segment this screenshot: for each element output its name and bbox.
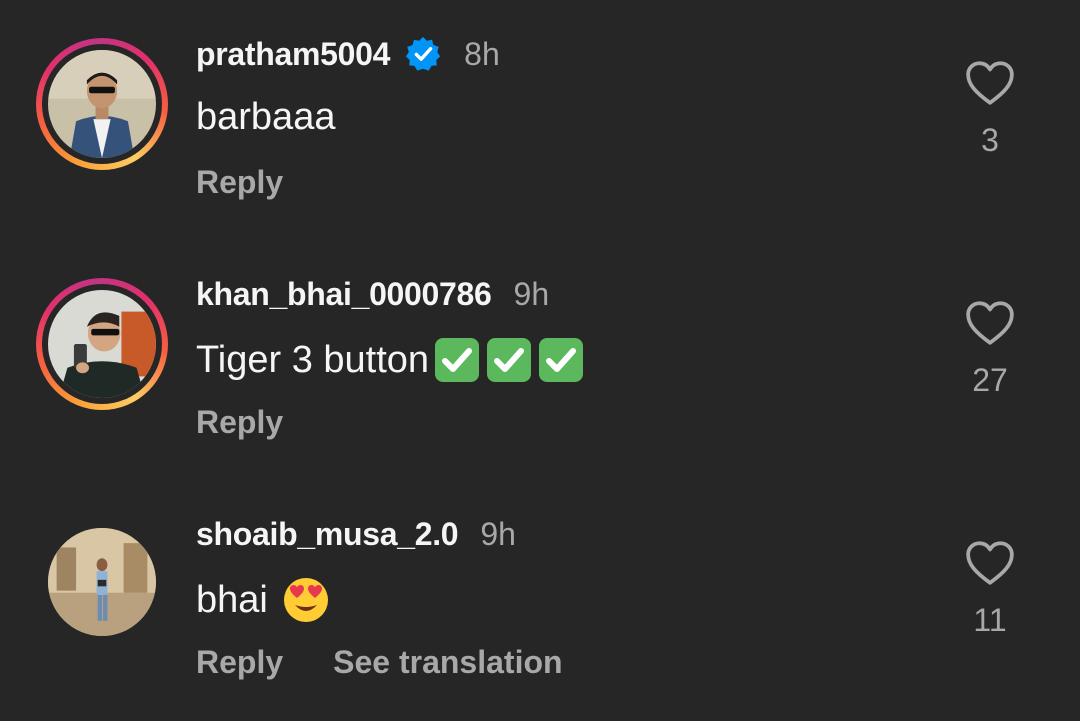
reply-button[interactable]: Reply: [196, 644, 283, 681]
heart-eyes-emoji-icon: [282, 576, 330, 624]
like-count: 27: [972, 362, 1008, 398]
username[interactable]: pratham5004: [196, 36, 390, 73]
comment-actions: Reply: [196, 404, 283, 441]
timestamp: 9h: [513, 275, 550, 312]
comment-header: khan_bhai_0000786 9h: [196, 274, 549, 314]
comment-item: shoaib_musa_2.0 9h bhai Reply See transl…: [0, 480, 1080, 710]
like-group: 11: [950, 540, 1030, 639]
comment-actions: Reply See translation: [196, 644, 563, 681]
avatar-image: [48, 528, 156, 636]
avatar-image: [48, 290, 156, 398]
check-mark-emoji-icon: [433, 336, 481, 384]
username[interactable]: shoaib_musa_2.0: [196, 516, 459, 553]
check-mark-emoji-icon: [537, 336, 585, 384]
reply-button[interactable]: Reply: [196, 164, 283, 201]
heart-outline-icon[interactable]: [965, 60, 1015, 106]
comment-text: Tiger 3 button: [196, 336, 585, 384]
comment-body: bhai: [196, 578, 268, 621]
comment-text: barbaaa: [196, 96, 335, 139]
timestamp: 9h: [480, 515, 516, 552]
comment-header: pratham5004 8h: [196, 34, 500, 74]
avatar[interactable]: [36, 278, 168, 410]
comment-text: bhai: [196, 576, 330, 624]
like-count: 3: [981, 122, 999, 158]
like-group: 27: [950, 300, 1030, 399]
avatar-image: [48, 50, 156, 158]
comment-item: khan_bhai_0000786 9h Tiger 3 button Repl…: [0, 240, 1080, 470]
heart-outline-icon[interactable]: [965, 300, 1015, 346]
like-count: 11: [973, 602, 1007, 638]
avatar[interactable]: [48, 528, 156, 636]
avatar[interactable]: [36, 38, 168, 170]
comments-list: pratham5004 8h barbaaa Reply 3 khan_bhai…: [0, 0, 1080, 721]
comment-item: pratham5004 8h barbaaa Reply 3: [0, 0, 1080, 230]
verified-badge-icon: [404, 35, 442, 73]
like-group: 3: [950, 60, 1030, 159]
see-translation-button[interactable]: See translation: [333, 644, 562, 681]
comment-header: shoaib_musa_2.0 9h: [196, 514, 516, 554]
comment-body: Tiger 3 button: [196, 338, 430, 381]
check-mark-emoji-icon: [485, 336, 533, 384]
reply-button[interactable]: Reply: [196, 404, 283, 441]
comment-body: barbaaa: [196, 96, 336, 138]
heart-outline-icon[interactable]: [965, 540, 1015, 586]
comment-actions: Reply: [196, 164, 283, 201]
username[interactable]: khan_bhai_0000786: [196, 276, 492, 313]
timestamp: 8h: [464, 35, 500, 72]
